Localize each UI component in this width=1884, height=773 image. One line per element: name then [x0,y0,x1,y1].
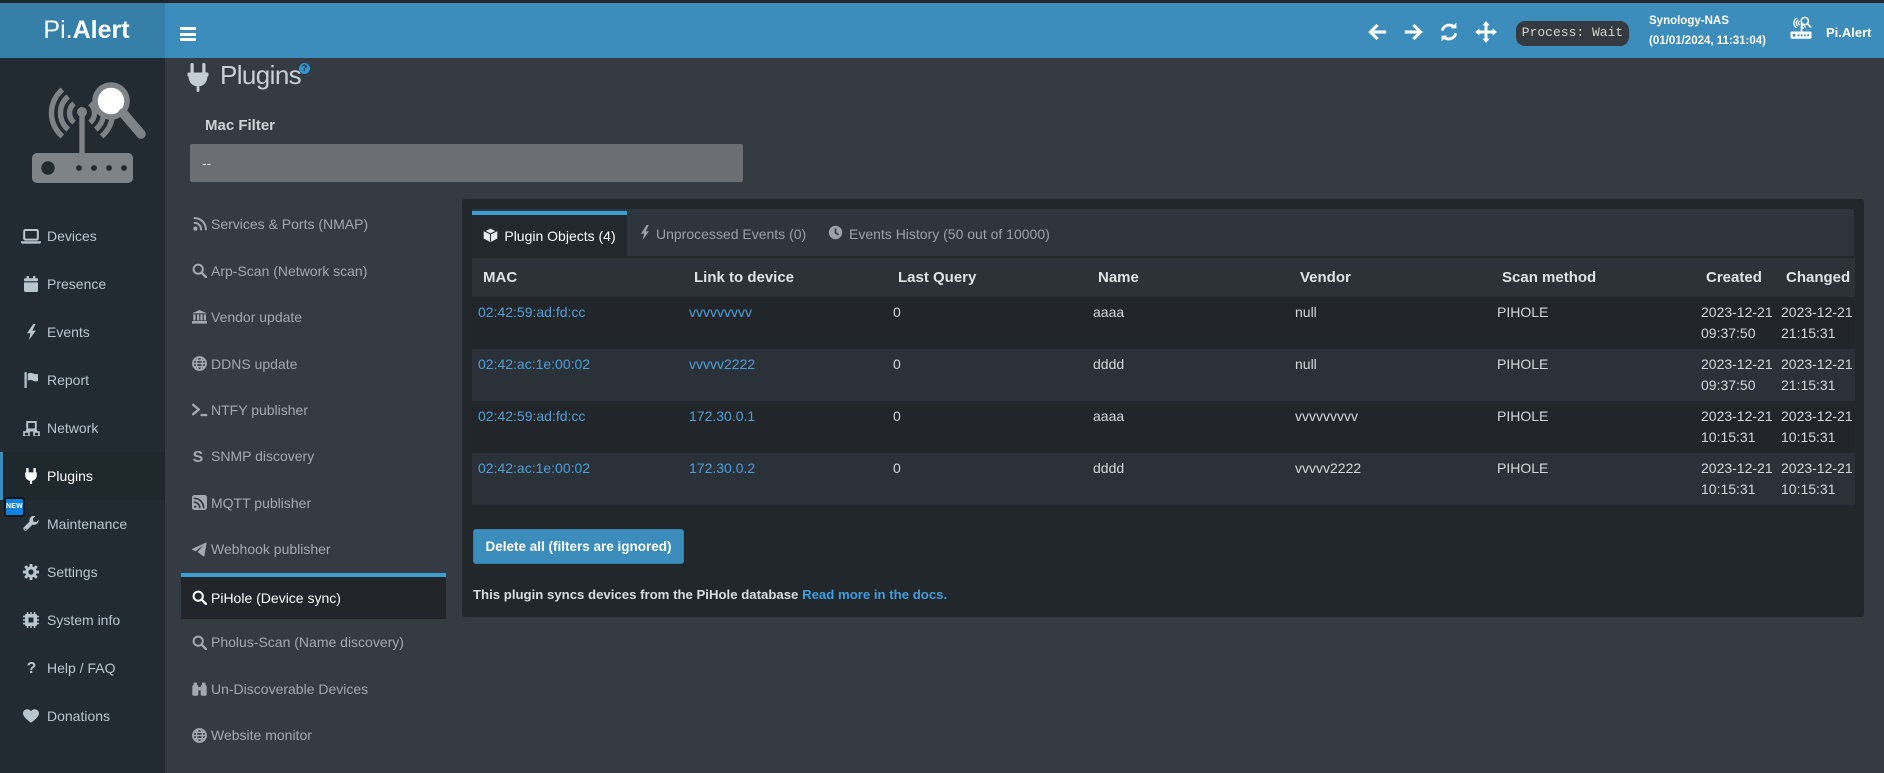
svg-text:?: ? [26,660,35,676]
svg-text:S: S [193,449,204,464]
